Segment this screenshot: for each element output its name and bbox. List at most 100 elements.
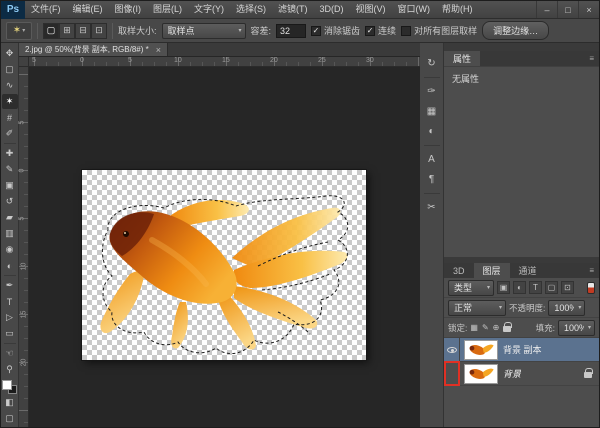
foreground-color-swatch[interactable]	[2, 380, 12, 390]
type-tool[interactable]: T	[2, 294, 18, 309]
visibility-toggle[interactable]	[444, 338, 460, 361]
tab-layers[interactable]: 图层	[474, 263, 510, 278]
filter-pixel-layers-icon[interactable]: ▣	[497, 281, 510, 294]
screen-mode-button[interactable]: ▢	[2, 411, 18, 426]
menu-layer[interactable]: 图层(L)	[147, 1, 188, 18]
pen-tool[interactable]: ✒	[2, 278, 18, 293]
tab-properties[interactable]: 属性	[444, 51, 480, 66]
contiguous-checkbox[interactable]: ✓	[365, 26, 375, 36]
layer-row-background-copy[interactable]: 背景 副本	[444, 338, 599, 362]
brush-tool[interactable]: ✎	[2, 162, 18, 177]
filter-shape-layers-icon[interactable]: ▢	[545, 281, 558, 294]
brush-panel-icon[interactable]: ✑	[422, 83, 442, 100]
history-panel-icon[interactable]: ↻	[422, 55, 442, 72]
refine-edge-button[interactable]: 调整边缘…	[482, 21, 549, 40]
divider	[424, 193, 440, 194]
gradient-tool[interactable]: ▥	[2, 226, 18, 241]
blur-tool[interactable]: ◉	[2, 242, 18, 257]
menu-3d[interactable]: 3D(D)	[314, 1, 350, 18]
maximize-button[interactable]: □	[557, 1, 578, 18]
zoom-tool[interactable]: ⚲	[2, 362, 18, 377]
sample-all-layers-checkbox[interactable]	[401, 26, 411, 36]
document-tab-title: 2.jpg @ 50%(背景 副本, RGB/8#) *	[25, 44, 149, 55]
clone-source-panel-icon[interactable]: ▦	[422, 103, 442, 120]
panel-menu-icon[interactable]: ≡	[584, 263, 599, 278]
options-bar: ✶ ▾ ▢ ⊞ ⊟ ⊡ 取样大小: 取样点 ▾ 容差: 32 ✓ 消除锯齿 ✓ …	[1, 19, 599, 43]
menu-window[interactable]: 窗口(W)	[392, 1, 437, 18]
properties-panel-header: 属性 ≡	[444, 51, 599, 66]
filter-smart-object-icon[interactable]: ⊡	[561, 281, 574, 294]
tab-close-icon[interactable]: ×	[156, 45, 161, 55]
tab-3d[interactable]: 3D	[444, 263, 474, 278]
lock-transparency-icon[interactable]: ▦	[470, 323, 478, 332]
document-tab[interactable]: 2.jpg @ 50%(背景 副本, RGB/8#) * ×	[19, 43, 168, 56]
tab-channels[interactable]: 通道	[510, 263, 546, 278]
paragraph-panel-icon[interactable]: ¶	[422, 171, 442, 188]
dodge-tool[interactable]: ◐	[2, 258, 18, 273]
add-selection-button[interactable]: ⊞	[59, 23, 75, 39]
lock-position-icon[interactable]: ⊕	[493, 323, 500, 332]
lock-row: 锁定: ▦ ✎ ⊕ 填充: 100% ▾	[444, 318, 599, 338]
blend-mode-select[interactable]: 正常 ▾	[448, 300, 506, 316]
menu-image[interactable]: 图像(I)	[109, 1, 148, 18]
eraser-tool[interactable]: ▰	[2, 210, 18, 225]
eye-icon	[447, 347, 457, 353]
crop-tool[interactable]: #	[2, 110, 18, 125]
tolerance-input[interactable]: 32	[276, 24, 306, 38]
color-swatches[interactable]	[2, 380, 17, 394]
sample-size-label: 取样大小:	[118, 24, 157, 37]
hand-tool[interactable]: ☜	[2, 346, 18, 361]
antialias-checkbox[interactable]: ✓	[311, 26, 321, 36]
divider	[37, 23, 38, 39]
layers-panel-body: 类型 ▾ ▣ ◐ T ▢ ⊡ 正常	[444, 278, 599, 427]
quick-mask-button[interactable]: ◧	[2, 395, 18, 410]
chevron-down-icon: ▾	[499, 304, 502, 311]
collapsed-panel-strip: ↻ ✑ ▦ ◐ A ¶ ✂	[420, 43, 444, 427]
goldfish-image	[82, 170, 366, 360]
magic-wand-icon: ✶	[13, 25, 21, 36]
menu-edit[interactable]: 编辑(E)	[67, 1, 109, 18]
minimize-button[interactable]: –	[536, 1, 557, 18]
path-select-tool[interactable]: ▷	[2, 310, 18, 325]
filter-kind-select[interactable]: 类型 ▾	[448, 280, 494, 296]
shape-tool[interactable]: ▭	[2, 326, 18, 341]
adjustments-panel-icon[interactable]: ◐	[422, 123, 442, 140]
layer-thumbnail[interactable]	[464, 340, 498, 360]
filter-adjustment-layers-icon[interactable]: ◐	[513, 281, 526, 294]
eyedropper-tool[interactable]: ✐	[2, 126, 18, 141]
panel-menu-icon[interactable]: ≡	[584, 51, 599, 66]
opacity-input[interactable]: 100% ▾	[548, 300, 585, 316]
filter-type-layers-icon[interactable]: T	[529, 281, 542, 294]
move-tool[interactable]: ✥	[2, 46, 18, 61]
menu-filter[interactable]: 滤镜(T)	[272, 1, 314, 18]
filter-toggle-switch[interactable]	[587, 282, 595, 294]
magic-wand-tool[interactable]: ✶	[2, 94, 18, 109]
marquee-tool[interactable]: ▢	[2, 62, 18, 77]
fill-input[interactable]: 100% ▾	[558, 320, 595, 336]
new-selection-button[interactable]: ▢	[43, 23, 59, 39]
chevron-down-icon: ▾	[487, 284, 490, 291]
sample-size-select[interactable]: 取样点 ▾	[162, 23, 246, 39]
tool-presets-panel-icon[interactable]: ✂	[422, 199, 442, 216]
character-panel-icon[interactable]: A	[422, 151, 442, 168]
lasso-tool[interactable]: ∿	[2, 78, 18, 93]
layer-thumbnail[interactable]	[464, 364, 498, 384]
current-tool-badge[interactable]: ✶ ▾	[6, 22, 32, 40]
intersect-selection-button[interactable]: ⊡	[91, 23, 107, 39]
visibility-toggle[interactable]	[444, 362, 460, 385]
close-button[interactable]: ×	[578, 1, 599, 18]
lock-all-icon[interactable]	[503, 326, 511, 332]
canvas[interactable]	[82, 170, 366, 360]
layer-row-background[interactable]: 背景	[444, 362, 599, 386]
lock-pixels-icon[interactable]: ✎	[482, 323, 489, 332]
subtract-selection-button[interactable]: ⊟	[75, 23, 91, 39]
menu-type[interactable]: 文字(Y)	[188, 1, 230, 18]
menu-file[interactable]: 文件(F)	[25, 1, 67, 18]
menu-select[interactable]: 选择(S)	[230, 1, 272, 18]
pasteboard[interactable]	[29, 67, 420, 427]
history-brush-tool[interactable]: ↺	[2, 194, 18, 209]
menu-help[interactable]: 帮助(H)	[436, 1, 479, 18]
menu-view[interactable]: 视图(V)	[350, 1, 392, 18]
healing-brush-tool[interactable]: ✚	[2, 146, 18, 161]
clone-stamp-tool[interactable]: ▣	[2, 178, 18, 193]
